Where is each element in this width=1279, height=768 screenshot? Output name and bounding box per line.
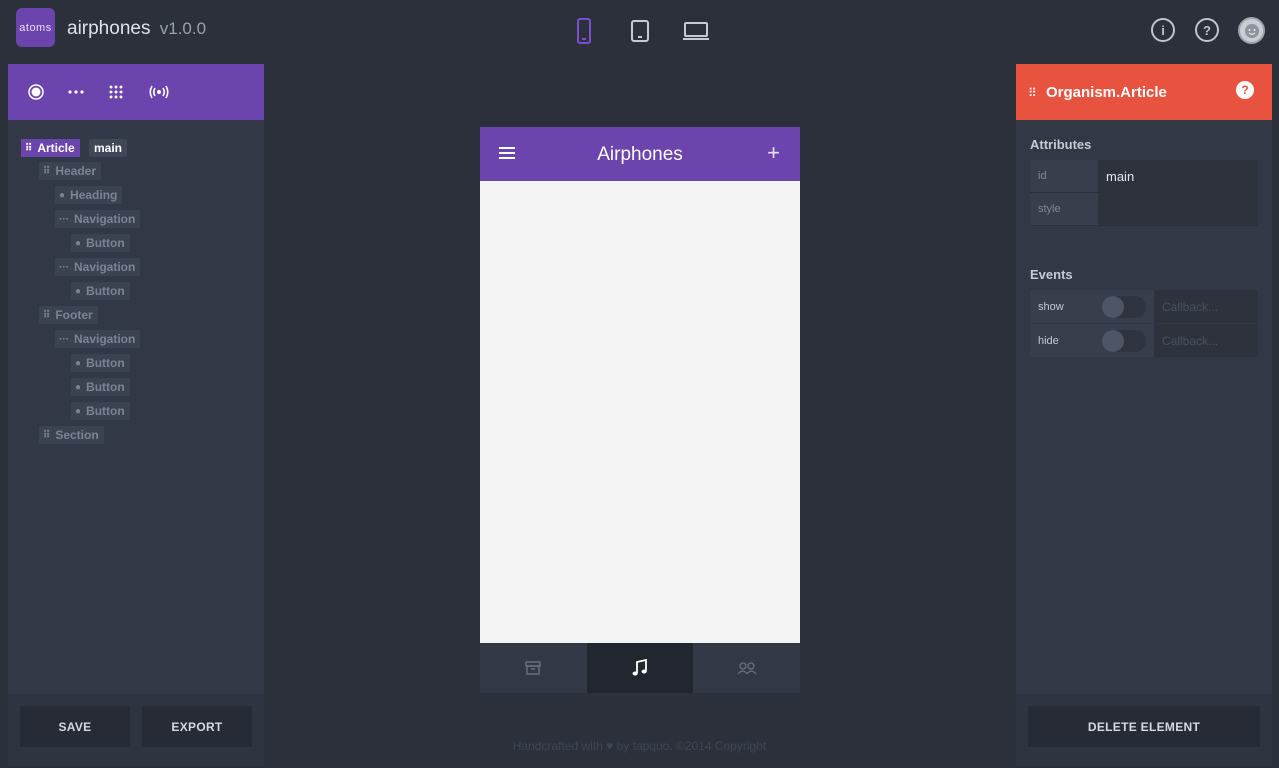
app-version: v1.0.0 (159, 19, 207, 38)
plus-icon[interactable]: + (767, 140, 780, 166)
info-icon[interactable]: i (1151, 18, 1175, 42)
top-bar: atoms airphones v1.0.0 i ? (0, 0, 1279, 56)
event-show-callback-input[interactable]: Callback... (1154, 290, 1258, 323)
tab-music[interactable] (586, 643, 694, 693)
inspector-help-icon[interactable]: ? (1236, 81, 1254, 99)
phone-icon (577, 18, 591, 44)
inspector-panel: ⠿ Organism.Article ? Attributes id main … (1016, 64, 1272, 694)
archive-icon (525, 661, 542, 675)
events-table: show Callback... hide Callback... (1030, 290, 1258, 358)
attribute-key: style (1030, 193, 1098, 225)
tree-node-navigation[interactable]: ··· Navigation (55, 210, 141, 228)
tree-node-id: main (89, 139, 128, 157)
structure-footer: SAVE EXPORT (8, 694, 264, 766)
tree-node-navigation[interactable]: ··· Navigation (55, 330, 141, 348)
laptop-icon (683, 22, 709, 40)
tree-node-header[interactable]: ⠿ Header (39, 162, 102, 180)
tree-node-heading[interactable]: ● Heading (55, 186, 123, 204)
inspector-title: Organism.Article (1046, 84, 1167, 101)
organism-icon: ⠿ (1028, 86, 1037, 100)
attribute-id-input[interactable]: main (1098, 160, 1258, 192)
device-preview: Airphones + (480, 127, 800, 693)
app-title: airphones v1.0.0 (67, 18, 206, 40)
tree-node-section[interactable]: ⠿ Section (39, 426, 104, 444)
preview-title: Airphones (597, 144, 683, 165)
tree-node-button[interactable]: ● Button (71, 282, 130, 300)
tree-node-button[interactable]: ● Button (71, 378, 130, 396)
event-row-show: show Callback... (1030, 290, 1258, 323)
inspector-header: ⠿ Organism.Article ? (1016, 64, 1272, 120)
molecule-icon[interactable] (66, 82, 86, 102)
tree-node-article[interactable]: ⠿ Article (21, 139, 80, 157)
event-hide-toggle[interactable] (1098, 324, 1154, 357)
atom-icon: ● (75, 381, 82, 393)
tree-node-button[interactable]: ● Button (71, 234, 130, 252)
organism-icon: ⠿ (43, 165, 51, 177)
device-phone-button[interactable] (574, 16, 594, 46)
organism-icon[interactable] (106, 82, 126, 102)
event-show-toggle[interactable] (1098, 290, 1154, 323)
music-icon (632, 659, 647, 676)
attribute-row-id: id main (1030, 160, 1258, 193)
delete-element-button[interactable]: DELETE ELEMENT (1028, 706, 1260, 747)
avatar[interactable] (1238, 17, 1265, 44)
event-key: hide (1030, 324, 1098, 357)
atom-icon: ● (75, 237, 82, 249)
organism-icon: ⠿ (25, 142, 33, 154)
help-icon[interactable]: ? (1195, 18, 1219, 42)
atom-icon[interactable] (26, 82, 46, 102)
app-name: airphones (67, 18, 151, 39)
attributes-table: id main style (1030, 160, 1258, 226)
tree-node-button[interactable]: ● Button (71, 354, 130, 372)
atom-icon: ● (59, 189, 66, 201)
tree-node-button[interactable]: ● Button (71, 402, 130, 420)
atom-icon: ● (75, 357, 82, 369)
events-title: Events (1030, 267, 1073, 282)
tree-node-navigation[interactable]: ··· Navigation (55, 258, 141, 276)
tab-people[interactable] (693, 643, 800, 693)
event-key: show (1030, 290, 1098, 323)
tree-node-footer[interactable]: ⠿ Footer (39, 306, 98, 324)
device-desktop-button[interactable] (682, 16, 710, 46)
organism-icon: ⠿ (43, 429, 51, 441)
molecule-icon: ··· (59, 213, 69, 225)
attribute-row-style: style (1030, 193, 1258, 226)
molecule-icon: ··· (59, 333, 69, 345)
tablet-icon (631, 20, 649, 42)
user-face-icon (1244, 23, 1259, 38)
attributes-title: Attributes (1030, 137, 1092, 152)
tab-archive[interactable] (480, 643, 587, 693)
atom-icon: ● (75, 405, 82, 417)
attribute-style-input[interactable] (1098, 193, 1258, 225)
broadcast-icon[interactable] (148, 82, 170, 102)
app-logo[interactable]: atoms (16, 8, 55, 47)
organism-icon: ⠿ (43, 309, 51, 321)
element-toolbar (8, 64, 264, 120)
device-tablet-button[interactable] (629, 16, 651, 46)
atom-icon: ● (75, 285, 82, 297)
attribute-key: id (1030, 160, 1098, 192)
preview-header: Airphones + (480, 127, 800, 181)
molecule-icon: ··· (59, 261, 69, 273)
event-hide-callback-input[interactable]: Callback... (1154, 324, 1258, 357)
preview-tab-bar (480, 643, 800, 693)
structure-panel (8, 64, 264, 694)
inspector-footer: DELETE ELEMENT (1016, 694, 1272, 766)
event-row-hide: hide Callback... (1030, 324, 1258, 357)
people-icon (737, 662, 757, 675)
